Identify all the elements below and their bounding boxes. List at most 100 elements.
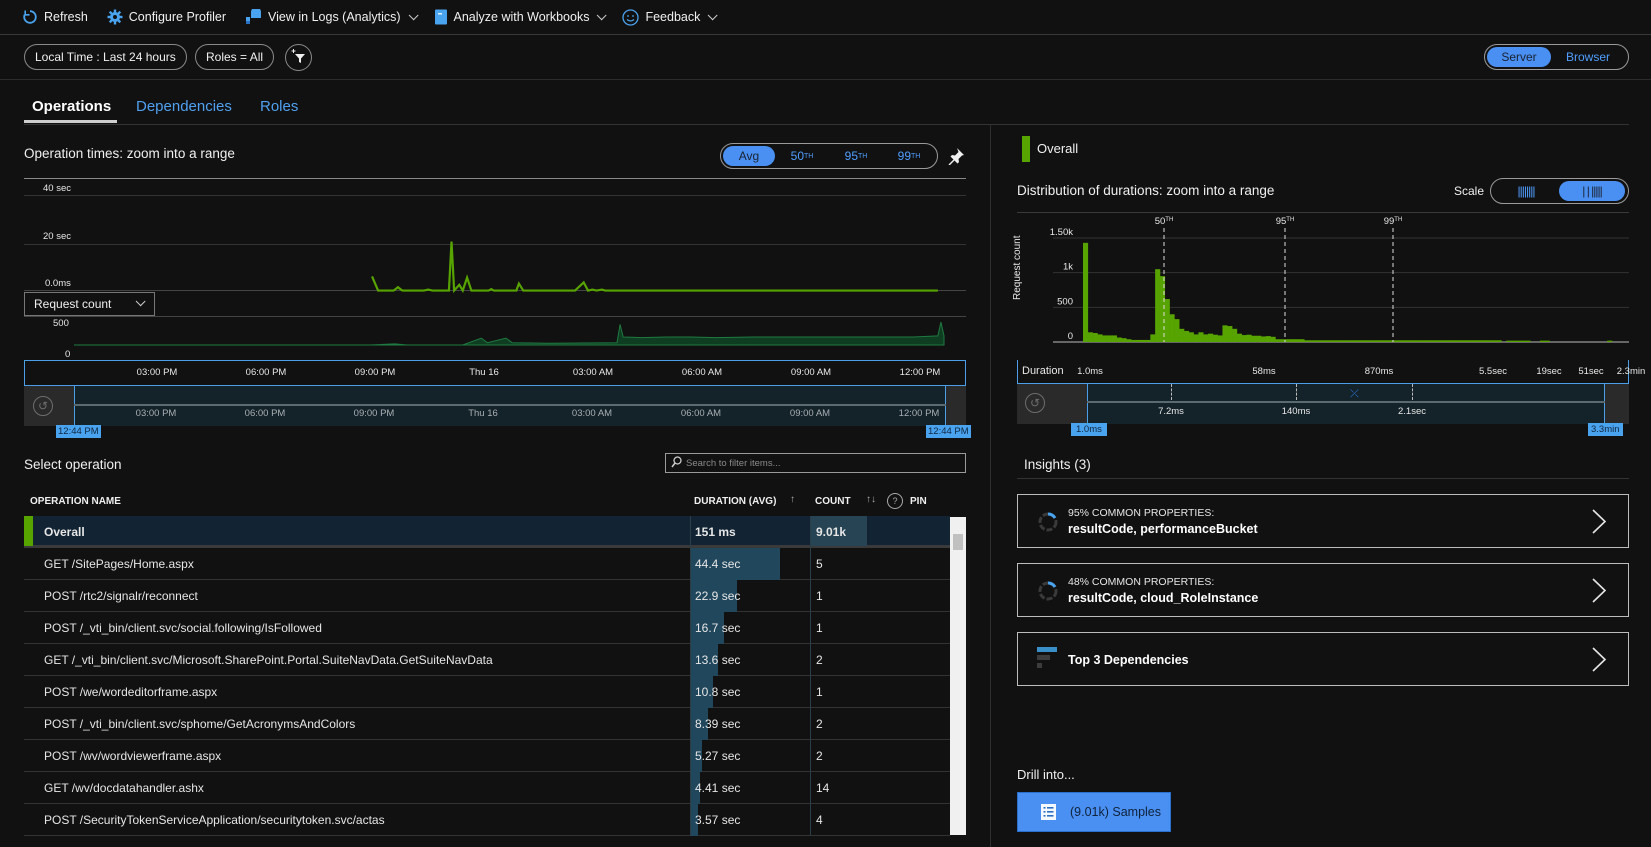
command-bar: Refresh Configure Profiler View in Logs … (0, 0, 1651, 35)
histogram-bar (1299, 339, 1305, 342)
browser-option[interactable]: Browser (1551, 47, 1625, 67)
feedback-button[interactable]: Feedback (622, 8, 718, 26)
p99-suffix: TH (911, 152, 921, 160)
duration-end-handle[interactable]: 3.3min (1588, 423, 1623, 436)
operation-name: Overall (44, 525, 85, 539)
insight-card-top-dependencies[interactable]: Top 3 Dependencies (1017, 632, 1629, 686)
x-tick: 09:00 AM (790, 367, 832, 378)
count-value: 2 (816, 749, 823, 763)
pin-help-icon[interactable]: ? (887, 493, 903, 509)
overall-row[interactable]: Overall 151 ms 9.01k (24, 516, 950, 548)
reset-zoom-icon[interactable]: ↺ (1025, 393, 1045, 413)
range-end-handle[interactable]: 12:44 PM (926, 425, 971, 438)
table-row[interactable]: POST /_vti_bin/client.svc/social.followi… (24, 612, 950, 644)
operation-name: POST /_vti_bin/client.svc/sphome/GetAcro… (44, 717, 356, 731)
brush-tick: 03:00 AM (571, 408, 613, 419)
insight-card-common-properties-95[interactable]: 95% COMMON PROPERTIES: resultCode, perfo… (1017, 494, 1629, 548)
sort-icon[interactable]: ↑↓ (866, 494, 876, 505)
histogram-bar (1462, 340, 1469, 342)
duration-value: 4.41 sec (695, 781, 741, 795)
collapse-icon[interactable]: ⤫ (1350, 388, 1359, 401)
y-tick-label: 500 (1057, 296, 1073, 307)
table-row[interactable]: GET /_vti_bin/client.svc/Microsoft.Share… (24, 644, 950, 676)
insight-card-common-properties-48[interactable]: 48% COMMON PROPERTIES: resultCode, cloud… (1017, 563, 1629, 617)
brush-tick: 09:00 AM (789, 408, 831, 419)
table-row[interactable]: POST /SecurityTokenServiceApplication/se… (24, 804, 950, 836)
table-scrollbar[interactable] (950, 517, 966, 835)
p99-option[interactable]: 99 TH (883, 146, 935, 166)
operation-times-chart[interactable] (24, 195, 966, 360)
duration-cell: 16.7 sec (690, 612, 811, 644)
sort-icon[interactable]: ↑ (790, 494, 795, 505)
dependencies-icon (1037, 647, 1057, 672)
table-row[interactable]: GET /wv/docdatahandler.ashx 4.41 sec 14 (24, 772, 950, 804)
table-row[interactable]: POST /wv/wordviewerframe.aspx 5.27 sec 2 (24, 740, 950, 772)
x-tick: 03:00 PM (136, 367, 178, 378)
panel-divider (990, 125, 991, 847)
brush-selection[interactable] (1087, 384, 1605, 424)
samples-button[interactable]: (9.01k) Samples (1017, 792, 1171, 832)
p50-option[interactable]: 50 TH (775, 146, 829, 166)
log-scale-option[interactable]: | | ||||| (1559, 181, 1625, 201)
histogram-bar (1520, 340, 1526, 342)
p95-option[interactable]: 95 TH (829, 146, 883, 166)
browser-label: Browser (1565, 50, 1610, 64)
roles-filter[interactable]: Roles = All (195, 44, 275, 70)
histogram-bar (1318, 340, 1324, 342)
scale-label: Scale (1454, 184, 1485, 198)
metric-select-label: Request count (34, 297, 112, 311)
view-in-logs-button[interactable]: View in Logs (Analytics) (245, 9, 419, 25)
scrollbar-thumb[interactable] (953, 534, 963, 550)
histogram-bar (1381, 340, 1387, 342)
column-header-duration[interactable]: DURATION (AVG) (694, 496, 776, 507)
tab-operations[interactable]: Operations (32, 98, 111, 115)
duration-start-handle[interactable]: 1.0ms (1071, 423, 1107, 436)
table-row[interactable]: GET /SitePages/Home.aspx 44.4 sec 5 (24, 548, 950, 580)
add-filter-button[interactable] (285, 44, 312, 71)
pin-icon[interactable] (947, 147, 965, 168)
count-value: 1 (816, 685, 823, 699)
analyze-workbooks-label: Analyze with Workbooks (453, 10, 590, 24)
tab-roles[interactable]: Roles (260, 98, 298, 115)
range-start-handle[interactable]: 12:44 PM (56, 425, 101, 438)
histogram-bar (1145, 339, 1151, 342)
refresh-button[interactable]: Refresh (22, 9, 88, 25)
operation-search[interactable] (665, 453, 966, 473)
table-row[interactable]: POST /_vti_bin/client.svc/sphome/GetAcro… (24, 708, 950, 740)
histogram-bar (1092, 332, 1098, 342)
distribution-chart[interactable]: 1.50k 1k 500 0 50TH 95TH 99TH (1017, 212, 1629, 362)
overall-row-marker (24, 516, 33, 546)
column-header-count[interactable]: COUNT (815, 496, 851, 507)
search-input[interactable] (686, 457, 956, 469)
histogram-bar (1328, 340, 1334, 342)
count-label-0: 0 (65, 349, 71, 360)
duration-brush[interactable]: ↺ ⤫ 7.2ms 140ms 2.1sec (1017, 384, 1629, 424)
brush-selection[interactable] (74, 386, 946, 426)
time-range-brush[interactable]: ↺ 03:00 PM 06:00 PM 09:00 PM Thu 16 03:0… (24, 386, 966, 426)
table-row[interactable]: POST /rtc2/signalr/reconnect 22.9 sec 1 (24, 580, 950, 612)
histogram-bar (1294, 339, 1300, 342)
brush-track (74, 404, 946, 406)
histogram-bar (1116, 337, 1122, 342)
histogram-bar (1164, 299, 1170, 342)
operation-name: GET /wv/docdatahandler.ashx (44, 781, 204, 795)
table-row[interactable]: POST /we/wordeditorframe.aspx 10.8 sec 1 (24, 676, 950, 708)
histogram-bar (1539, 340, 1545, 342)
chart-top-line (24, 178, 966, 179)
x-tick: 870ms (1364, 366, 1394, 377)
analyze-workbooks-button[interactable]: Analyze with Workbooks (434, 9, 608, 25)
configure-profiler-button[interactable]: Configure Profiler (107, 9, 226, 25)
server-option[interactable]: Server (1487, 47, 1551, 67)
column-header-name[interactable]: OPERATION NAME (30, 496, 121, 507)
y-tick-label: 1k (1063, 262, 1073, 273)
brush-tick: 06:00 AM (680, 408, 722, 419)
metric-select[interactable]: Request count (24, 292, 155, 316)
histogram-bar (1515, 340, 1521, 342)
histogram-bar (1217, 335, 1223, 342)
linear-scale-option[interactable]: |||||||| (1493, 181, 1559, 201)
select-operation-title: Select operation (24, 457, 122, 472)
time-range-filter[interactable]: Local Time : Last 24 hours (24, 44, 187, 70)
reset-zoom-icon[interactable]: ↺ (33, 396, 53, 416)
avg-option[interactable]: Avg (723, 146, 775, 166)
tab-dependencies[interactable]: Dependencies (136, 98, 232, 115)
